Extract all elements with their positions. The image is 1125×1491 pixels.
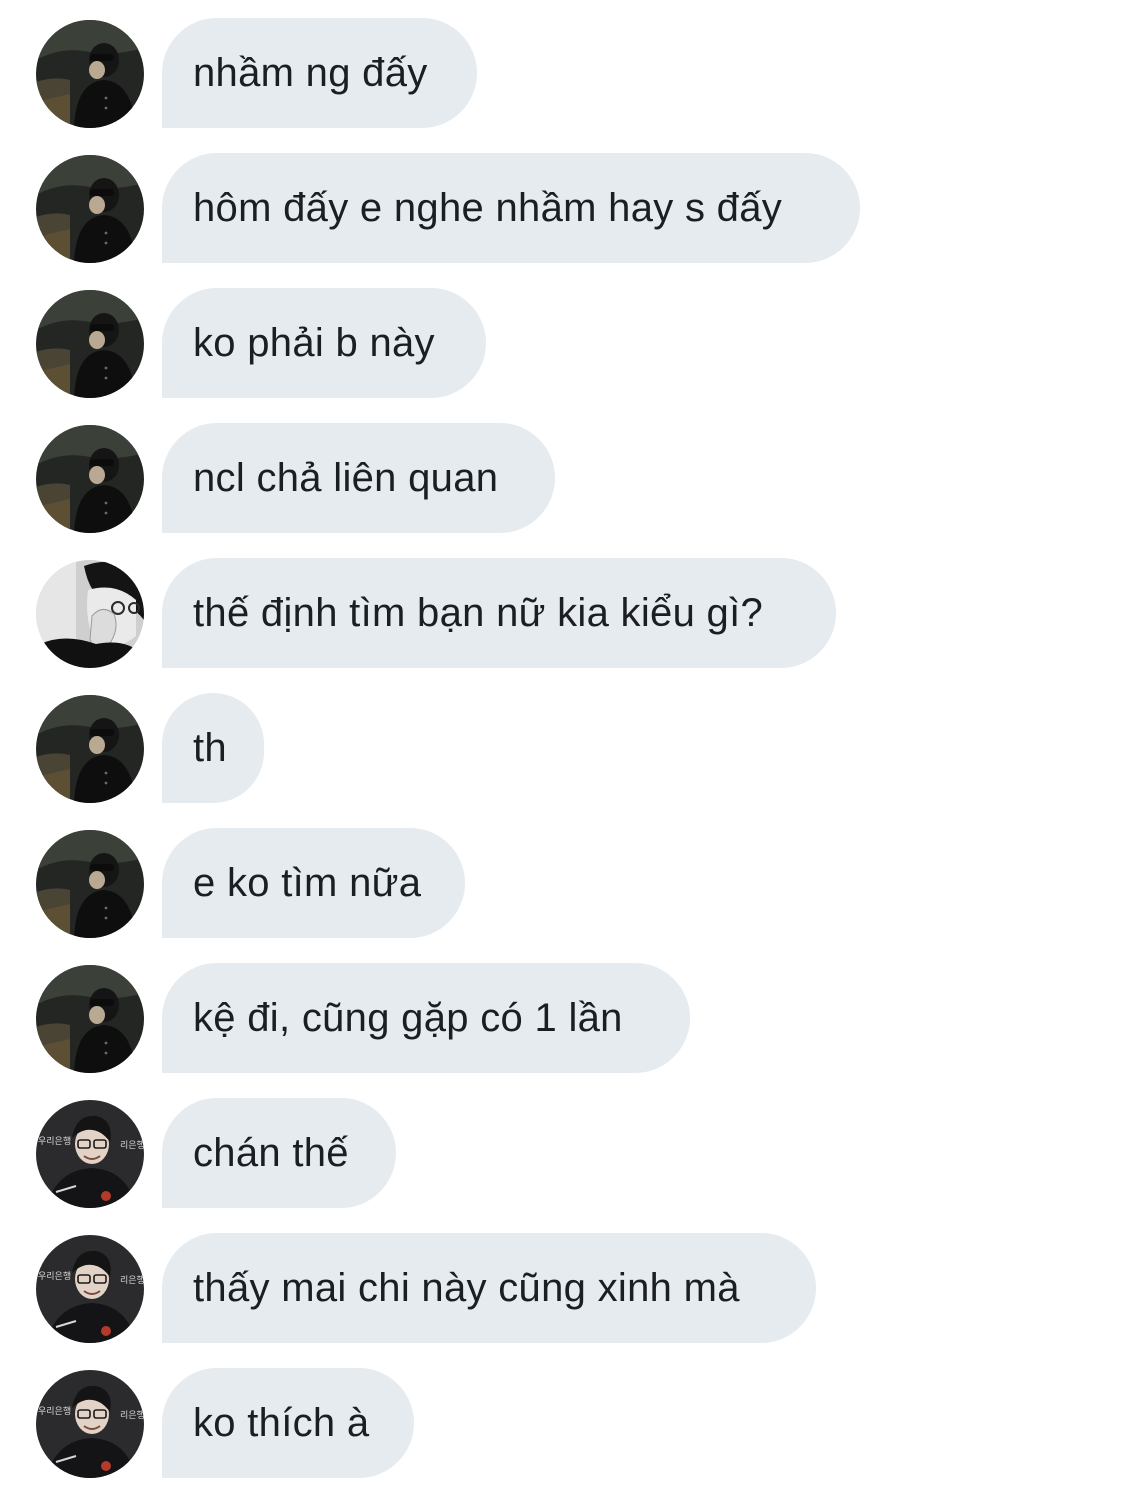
interview-backdrop-avatar-icon: 우리은행 리은행 <box>36 1100 144 1208</box>
message-text: e ko tìm nữa <box>193 860 422 905</box>
user-avatar[interactable] <box>36 965 144 1073</box>
grayscale-portrait-avatar-icon <box>36 560 144 668</box>
message-text: thế định tìm bạn nữ kia kiểu gì? <box>193 590 764 635</box>
backdrop-text: 우리은행 <box>38 1135 71 1147</box>
message-text: ko thích à <box>193 1400 370 1445</box>
message-bubble[interactable]: hôm đấy e nghe nhầm hay s đấy <box>162 153 860 263</box>
message-bubble[interactable]: ncl chả liên quan <box>162 423 555 533</box>
message-bubble[interactable]: e ko tìm nữa <box>162 828 465 938</box>
dark-selfie-avatar-icon <box>36 695 144 803</box>
message-text: hôm đấy e nghe nhầm hay s đấy <box>193 185 783 230</box>
interview-backdrop-avatar-icon: 우리은행 리은행 <box>36 1235 144 1343</box>
user-avatar[interactable]: 우리은행 리은행 <box>36 1370 144 1478</box>
backdrop-text: 리은행 <box>120 1409 144 1421</box>
message-bubble[interactable]: th <box>162 693 264 803</box>
dark-selfie-avatar-icon <box>36 290 144 398</box>
dark-selfie-avatar-icon <box>36 155 144 263</box>
dark-selfie-avatar-icon <box>36 425 144 533</box>
message-bubble[interactable]: chán thế <box>162 1098 396 1208</box>
message-text: ncl chả liên quan <box>193 455 499 500</box>
interview-backdrop-avatar-icon: 우리은행 리은행 <box>36 1370 144 1478</box>
message-bubble[interactable]: thế định tìm bạn nữ kia kiểu gì? <box>162 558 836 668</box>
message-row: 우리은행 리은행 thấy mai chi này cũng xinh mà <box>0 1233 1125 1343</box>
message-text: nhầm ng đấy <box>193 50 428 95</box>
message-bubble[interactable]: thấy mai chi này cũng xinh mà <box>162 1233 816 1343</box>
user-avatar[interactable] <box>36 290 144 398</box>
backdrop-text: 리은행 <box>120 1274 144 1286</box>
message-row: nhầm ng đấy <box>0 18 1125 128</box>
message-bubble[interactable]: nhầm ng đấy <box>162 18 477 128</box>
message-row: thế định tìm bạn nữ kia kiểu gì? <box>0 558 1125 668</box>
message-bubble[interactable]: ko thích à <box>162 1368 414 1478</box>
message-row: 우리은행 리은행 chán thế <box>0 1098 1125 1208</box>
user-avatar[interactable] <box>36 20 144 128</box>
message-row: kệ đi, cũng gặp có 1 lần <box>0 963 1125 1073</box>
backdrop-text: 리은행 <box>120 1139 144 1151</box>
message-row: ncl chả liên quan <box>0 423 1125 533</box>
backdrop-text: 우리은행 <box>38 1405 71 1417</box>
user-avatar[interactable] <box>36 155 144 263</box>
message-text: kệ đi, cũng gặp có 1 lần <box>193 995 623 1040</box>
user-avatar[interactable] <box>36 695 144 803</box>
message-row: hôm đấy e nghe nhầm hay s đấy <box>0 153 1125 263</box>
message-text: thấy mai chi này cũng xinh mà <box>193 1265 740 1310</box>
message-text: chán thế <box>193 1130 349 1175</box>
message-row: ko phải b này <box>0 288 1125 398</box>
backdrop-text: 우리은행 <box>38 1270 71 1282</box>
message-text: ko phải b này <box>193 320 435 365</box>
dark-selfie-avatar-icon <box>36 965 144 1073</box>
message-row: th <box>0 693 1125 803</box>
message-row: e ko tìm nữa <box>0 828 1125 938</box>
user-avatar[interactable] <box>36 560 144 668</box>
message-row: 우리은행 리은행 ko thích à <box>0 1368 1125 1478</box>
message-bubble[interactable]: kệ đi, cũng gặp có 1 lần <box>162 963 690 1073</box>
user-avatar[interactable]: 우리은행 리은행 <box>36 1235 144 1343</box>
chat-message-list[interactable]: nhầm ng đấy hôm đấy e nghe nhầm hay s đấ… <box>0 0 1125 1491</box>
dark-selfie-avatar-icon <box>36 20 144 128</box>
user-avatar[interactable] <box>36 425 144 533</box>
message-text: th <box>193 725 227 770</box>
user-avatar[interactable] <box>36 830 144 938</box>
message-bubble[interactable]: ko phải b này <box>162 288 486 398</box>
dark-selfie-avatar-icon <box>36 830 144 938</box>
user-avatar[interactable]: 우리은행 리은행 <box>36 1100 144 1208</box>
